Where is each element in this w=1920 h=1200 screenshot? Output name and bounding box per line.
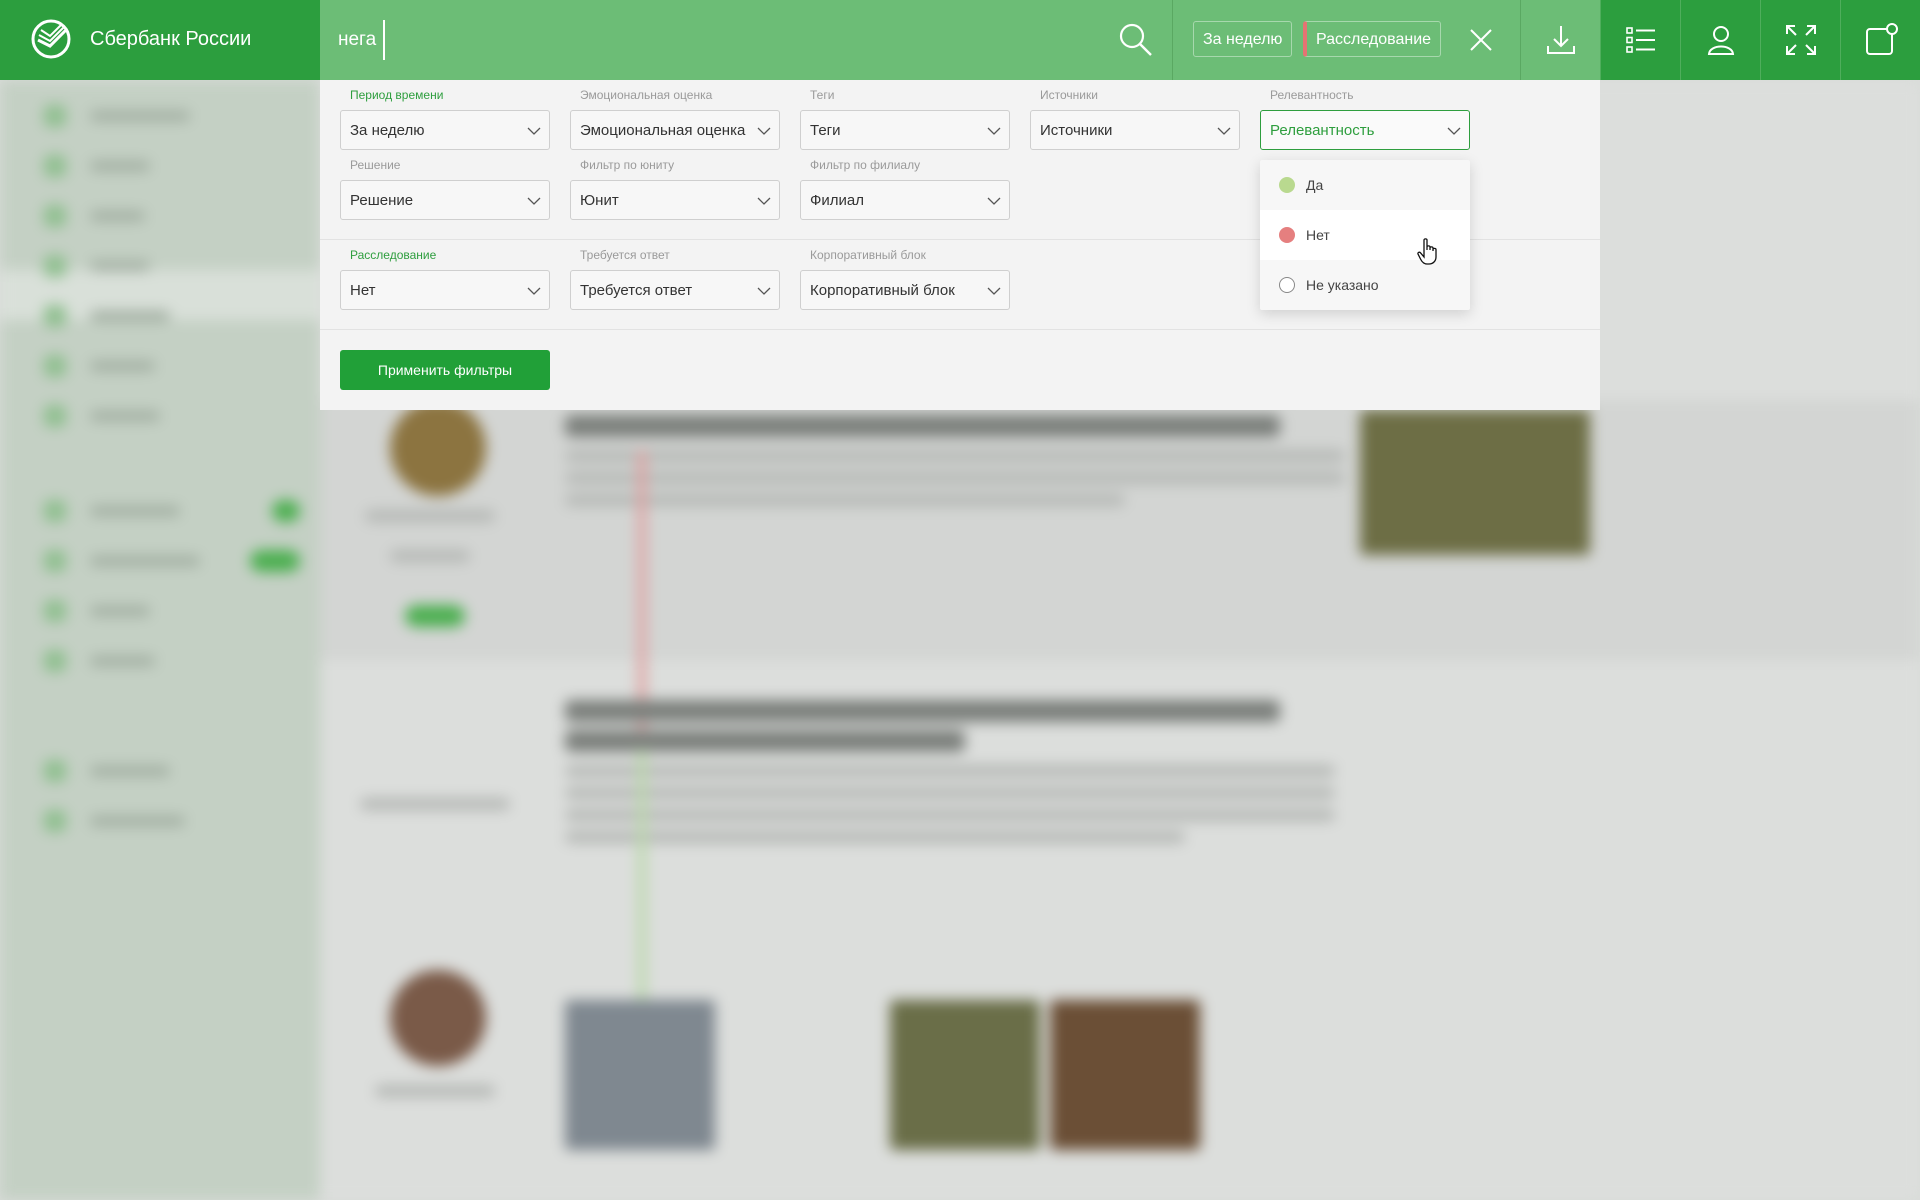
filter-label: Источники xyxy=(1040,88,1098,102)
decision-select[interactable]: Решение xyxy=(340,180,550,220)
chevron-down-icon xyxy=(757,287,771,295)
select-value: Теги xyxy=(810,122,841,139)
sidebar xyxy=(0,80,320,1200)
unit-select[interactable]: Юнит xyxy=(570,180,780,220)
filter-label: Эмоциональная оценка xyxy=(580,88,713,102)
notifications-button[interactable] xyxy=(1840,0,1920,80)
chevron-down-icon xyxy=(757,197,771,205)
select-value: Решение xyxy=(350,192,414,209)
chevron-down-icon xyxy=(987,197,1001,205)
response-required-select[interactable]: Требуется ответ xyxy=(570,270,780,310)
select-value: Эмоциональная оценка xyxy=(580,122,746,139)
chevron-down-icon xyxy=(987,287,1001,295)
relevance-select[interactable]: Релевантность xyxy=(1260,110,1470,150)
chip-period[interactable]: За неделю xyxy=(1193,21,1293,57)
select-value: Юнит xyxy=(580,192,619,209)
investigation-select[interactable]: Нет xyxy=(340,270,550,310)
list-view-button[interactable] xyxy=(1600,0,1681,80)
user-icon xyxy=(1707,26,1735,55)
option-unspecified[interactable]: Не указано xyxy=(1260,260,1470,310)
fullscreen-icon xyxy=(1786,25,1816,55)
sentiment-select[interactable]: Эмоциональная оценка xyxy=(570,110,780,150)
filter-label: Фильтр по филиалу xyxy=(810,158,921,172)
chevron-down-icon xyxy=(527,197,541,205)
select-value: Источники xyxy=(1040,122,1113,139)
chevron-down-icon xyxy=(527,287,541,295)
profile-button[interactable] xyxy=(1680,0,1761,80)
status-dot-icon xyxy=(1279,177,1295,193)
apply-filters-button[interactable]: Применить фильтры xyxy=(340,350,550,390)
notifications-icon xyxy=(1866,23,1898,55)
top-bar: Сбербанк России За неделю Расследование xyxy=(0,0,1920,80)
fullscreen-button[interactable] xyxy=(1760,0,1841,80)
relevance-dropdown: Да Нет Не указано xyxy=(1260,160,1470,310)
filter-label: Требуется ответ xyxy=(580,248,670,262)
download-button[interactable] xyxy=(1520,0,1601,80)
chip-investigation[interactable]: Расследование xyxy=(1303,21,1442,57)
status-dot-icon xyxy=(1279,227,1295,243)
select-value: Требуется ответ xyxy=(580,282,693,299)
filter-label: Расследование xyxy=(350,248,437,262)
empty-circle-icon xyxy=(1279,277,1295,293)
search-bar xyxy=(320,0,1172,80)
chevron-down-icon xyxy=(757,127,771,135)
filter-label: Фильтр по юниту xyxy=(580,158,675,172)
search-icon[interactable] xyxy=(1116,20,1156,60)
filter-label: Корпоративный блок xyxy=(810,248,926,262)
chevron-down-icon xyxy=(1447,127,1461,135)
option-label: Не указано xyxy=(1306,277,1379,293)
corporate-block-select[interactable]: Корпоративный блок xyxy=(800,270,1010,310)
select-value: За неделю xyxy=(350,122,425,139)
hand-pointer-icon xyxy=(1417,238,1437,265)
chevron-down-icon xyxy=(527,127,541,135)
option-yes[interactable]: Да xyxy=(1260,160,1470,210)
sources-select[interactable]: Источники xyxy=(1030,110,1240,150)
close-icon[interactable] xyxy=(1465,24,1497,56)
filter-label: Период времени xyxy=(350,88,444,102)
option-label: Нет xyxy=(1306,227,1330,243)
select-value: Релевантность xyxy=(1270,122,1375,139)
list-view-icon xyxy=(1626,27,1655,53)
tags-select[interactable]: Теги xyxy=(800,110,1010,150)
select-value: Корпоративный блок xyxy=(810,282,955,299)
brand-name: Сбербанк России xyxy=(90,28,252,50)
branch-select[interactable]: Филиал xyxy=(800,180,1010,220)
chevron-down-icon xyxy=(1217,127,1231,135)
download-icon xyxy=(1547,26,1575,54)
chevron-down-icon xyxy=(987,127,1001,135)
filter-label: Решение xyxy=(350,158,401,172)
select-value: Филиал xyxy=(810,192,865,209)
filter-label: Теги xyxy=(810,88,835,102)
select-value: Нет xyxy=(350,282,376,299)
text-caret xyxy=(383,20,385,60)
sberbank-logo-icon[interactable] xyxy=(30,18,72,60)
search-input[interactable] xyxy=(338,20,938,60)
option-label: Да xyxy=(1306,177,1324,193)
period-select[interactable]: За неделю xyxy=(340,110,550,150)
filter-label: Релевантность xyxy=(1270,88,1354,102)
